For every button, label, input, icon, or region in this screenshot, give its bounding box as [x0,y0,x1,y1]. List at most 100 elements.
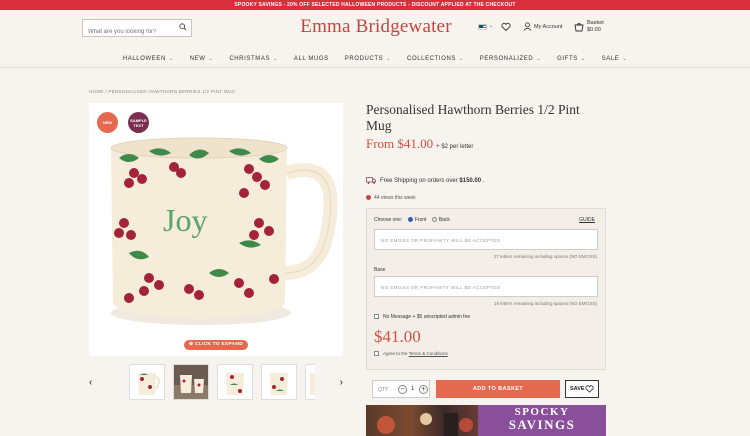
promo-bar[interactable]: SPOOKY SAVINGS - 20% OFF SELECTED HALLOW… [0,0,750,10]
chevron-down-icon[interactable]: ⌄ [489,23,493,29]
basket-amount: $0.00 [587,27,601,33]
qty-minus-button[interactable]: − [398,385,407,394]
qty-label: QTY [378,387,389,393]
price-row: From $41.00 + $2 per letter [366,135,473,153]
base-text-input[interactable]: NO EMOJIS OR PROFANITY WILL BE ACCEPTED [374,276,598,297]
live-dot-icon [366,195,371,201]
chevron-down-icon: ⌄ [168,56,174,62]
personalisation-panel: Choose one: Front Back GUIDE NO EMOJIS O… [366,208,606,370]
choose-side-row: Choose one: Front Back [374,217,450,223]
option-back-label: Back [438,217,450,223]
terms-link[interactable]: Terms & Conditions [409,351,448,356]
front-remaining-counter: 27 letters remaining including spaces (N… [493,254,597,259]
chevron-down-icon: ⌄ [273,56,278,62]
promo-banner[interactable]: SPOCKY SAVINGS [366,405,606,436]
nav-item-products[interactable]: PRODUCTS ⌄ [345,50,391,68]
nav-item-all-mugs[interactable]: ALL MUGS [294,50,329,68]
guide-link[interactable]: GUIDE [579,217,595,223]
nav-label: HALLOWEEN [122,56,166,62]
nav-label: PRODUCTS [344,56,384,62]
chevron-down-icon: ⌄ [622,56,628,62]
thumbnail[interactable] [261,364,297,400]
nav-label: CHRISTMAS [229,56,271,62]
no-message-label: No Message + $5 unscripted admin fee [383,314,471,320]
click-to-expand-button[interactable]: ⊕ CLICK TO EXPAND [184,340,248,350]
breadcrumb[interactable]: HOME / PERSONALISED HAWTHORN BERRIES 1/2… [89,89,235,94]
chevron-down-icon: ⌄ [459,56,464,62]
nav-label: GIFTS [557,56,578,62]
expand-label: CLICK TO EXPAND [194,342,243,347]
thumbnail[interactable] [305,364,315,400]
chevron-down-icon: ⌄ [580,56,586,62]
thumbnail-strip: ‹ › [89,364,343,404]
thumbnail[interactable] [217,364,253,400]
qty-value[interactable]: 1 [411,386,414,392]
quantity-stepper[interactable]: QTY − 1 + [372,380,430,398]
chevron-right-icon[interactable]: › [340,377,343,388]
nav-label: ALL MUGS [293,56,329,62]
shipping-text: Free Shipping on orders over [380,178,460,185]
add-to-basket-button[interactable]: ADD TO BASKET [436,380,560,398]
product-title: Personalised Hawthorn Berries 1/2 Pint M… [366,102,580,133]
chevron-down-icon: ⌄ [208,56,214,62]
views-text: 44 views this week [374,195,416,201]
choose-label: Choose one: [374,217,403,223]
mug-product-image[interactable]: Joy [89,103,343,356]
nav-item-new[interactable]: NEW ⌄ [190,50,214,68]
price-from: From $41.00 [366,136,434,151]
search-input[interactable] [83,24,175,40]
basket-icon [574,23,584,32]
banner-text: SPOCKY SAVINGS [478,405,606,436]
basket-label: Basket [587,20,604,26]
account-link[interactable]: My Account [523,22,563,32]
search-box[interactable] [82,19,192,40]
nav-item-collections[interactable]: COLLECTIONS ⌄ [407,50,464,68]
site-logo[interactable]: Emma Bridgewater [270,16,482,38]
banner-image [366,405,478,436]
nav-item-halloween[interactable]: HALLOWEEN ⌄ [123,50,174,68]
product-image-gallery[interactable]: Joy NEW SAMPLE TEXT ⊕ CLICK TO EXPAND [89,103,343,356]
shipping-suffix: . [481,178,485,185]
purchase-row: QTY − 1 + ADD TO BASKET SAVE [372,380,606,398]
nav-item-gifts[interactable]: GIFTS ⌄ [557,50,585,68]
user-icon [523,22,532,31]
account-label: My Account [534,24,563,30]
shipping-info: Free Shipping on orders over $150.00 . [366,177,484,184]
radio-back[interactable] [431,217,437,223]
no-message-checkbox[interactable] [374,314,379,320]
thumbnail[interactable] [173,364,209,400]
search-icon[interactable] [179,23,187,31]
thumbnail[interactable] [129,364,165,400]
truck-icon [366,177,376,184]
sample-text-badge: SAMPLE TEXT [128,112,149,133]
new-badge: NEW [97,112,118,133]
nav-label: SALE [601,56,620,62]
chevron-left-icon[interactable]: ‹ [89,377,92,388]
views-indicator: 44 views this week [366,195,416,201]
wishlist-heart-icon[interactable] [501,22,511,32]
mug-text: Joy [163,202,207,238]
terms-checkbox[interactable] [374,351,379,357]
radio-front[interactable] [407,217,413,223]
qty-plus-button[interactable]: + [419,385,428,394]
nav-item-personalized[interactable]: PERSONALIZED ⌄ [480,50,541,68]
nav-label: PERSONALIZED [479,56,534,62]
nav-item-christmas[interactable]: CHRISTMAS ⌄ [229,50,278,68]
nav-label: NEW [189,56,206,62]
option-front-label: Front [414,217,427,223]
shipping-amount: $150.00 [459,178,482,185]
chevron-down-icon: ⌄ [386,56,392,62]
save-label: SAVE [570,386,585,392]
front-text-input[interactable]: NO EMOJIS OR PROFANITY WILL BE ACCEPTED [374,229,598,250]
terms-agreement[interactable]: Agree to the Terms & Conditions [374,351,448,357]
heart-icon [585,385,594,393]
site-header: Emma Bridgewater ⌄ My Account Basket $0.… [0,10,750,68]
no-message-option[interactable]: No Message + $5 unscripted admin fee [374,314,470,320]
save-button[interactable]: SAVE [565,380,599,398]
nav-item-sale[interactable]: SALE ⌄ [602,50,628,68]
base-remaining-counter: 16 letters remaining including spaces (N… [493,301,597,306]
terms-prefix: Agree to the [383,351,409,356]
basket-link[interactable]: Basket $0.00 [574,20,614,36]
banner-line-2: SAVINGS [508,417,576,432]
us-flag-icon[interactable] [478,24,487,30]
